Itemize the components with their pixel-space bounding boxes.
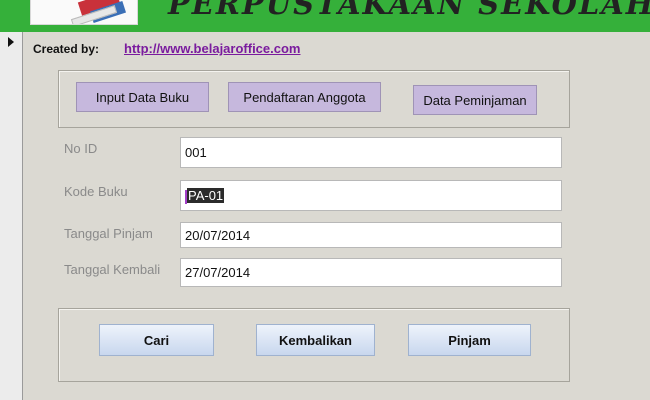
kode-buku-label: Kode Buku	[64, 184, 128, 199]
title-band: PERPUSTAKAAN SEKOLAH	[0, 0, 650, 32]
kembalikan-button[interactable]: Kembalikan	[256, 324, 375, 356]
kode-buku-input[interactable]: PA-01	[180, 180, 562, 211]
tanggal-kembali-label: Tanggal Kembali	[64, 262, 161, 277]
pendaftaran-anggota-button[interactable]: Pendaftaran Anggota	[228, 82, 381, 112]
no-id-input[interactable]	[180, 137, 562, 168]
cari-button[interactable]: Cari	[99, 324, 214, 356]
created-by-label: Created by:	[33, 42, 100, 56]
app-title: PERPUSTAKAAN SEKOLAH	[168, 0, 650, 21]
record-selector[interactable]	[0, 32, 23, 400]
tanggal-kembali-input[interactable]	[180, 258, 562, 287]
current-record-arrow-icon	[8, 37, 14, 47]
form-body: Created by: http://www.belajaroffice.com…	[23, 32, 650, 400]
created-by-link[interactable]: http://www.belajaroffice.com	[124, 41, 300, 56]
tanggal-pinjam-label: Tanggal Pinjam	[64, 226, 153, 241]
input-data-buku-button[interactable]: Input Data Buku	[76, 82, 209, 112]
no-id-label: No ID	[64, 141, 98, 156]
data-peminjaman-button[interactable]: Data Peminjaman	[413, 85, 537, 115]
kode-buku-selected-text: PA-01	[187, 188, 225, 203]
tanggal-pinjam-input[interactable]	[180, 222, 562, 248]
pinjam-button[interactable]: Pinjam	[408, 324, 531, 356]
library-logo	[30, 0, 138, 25]
